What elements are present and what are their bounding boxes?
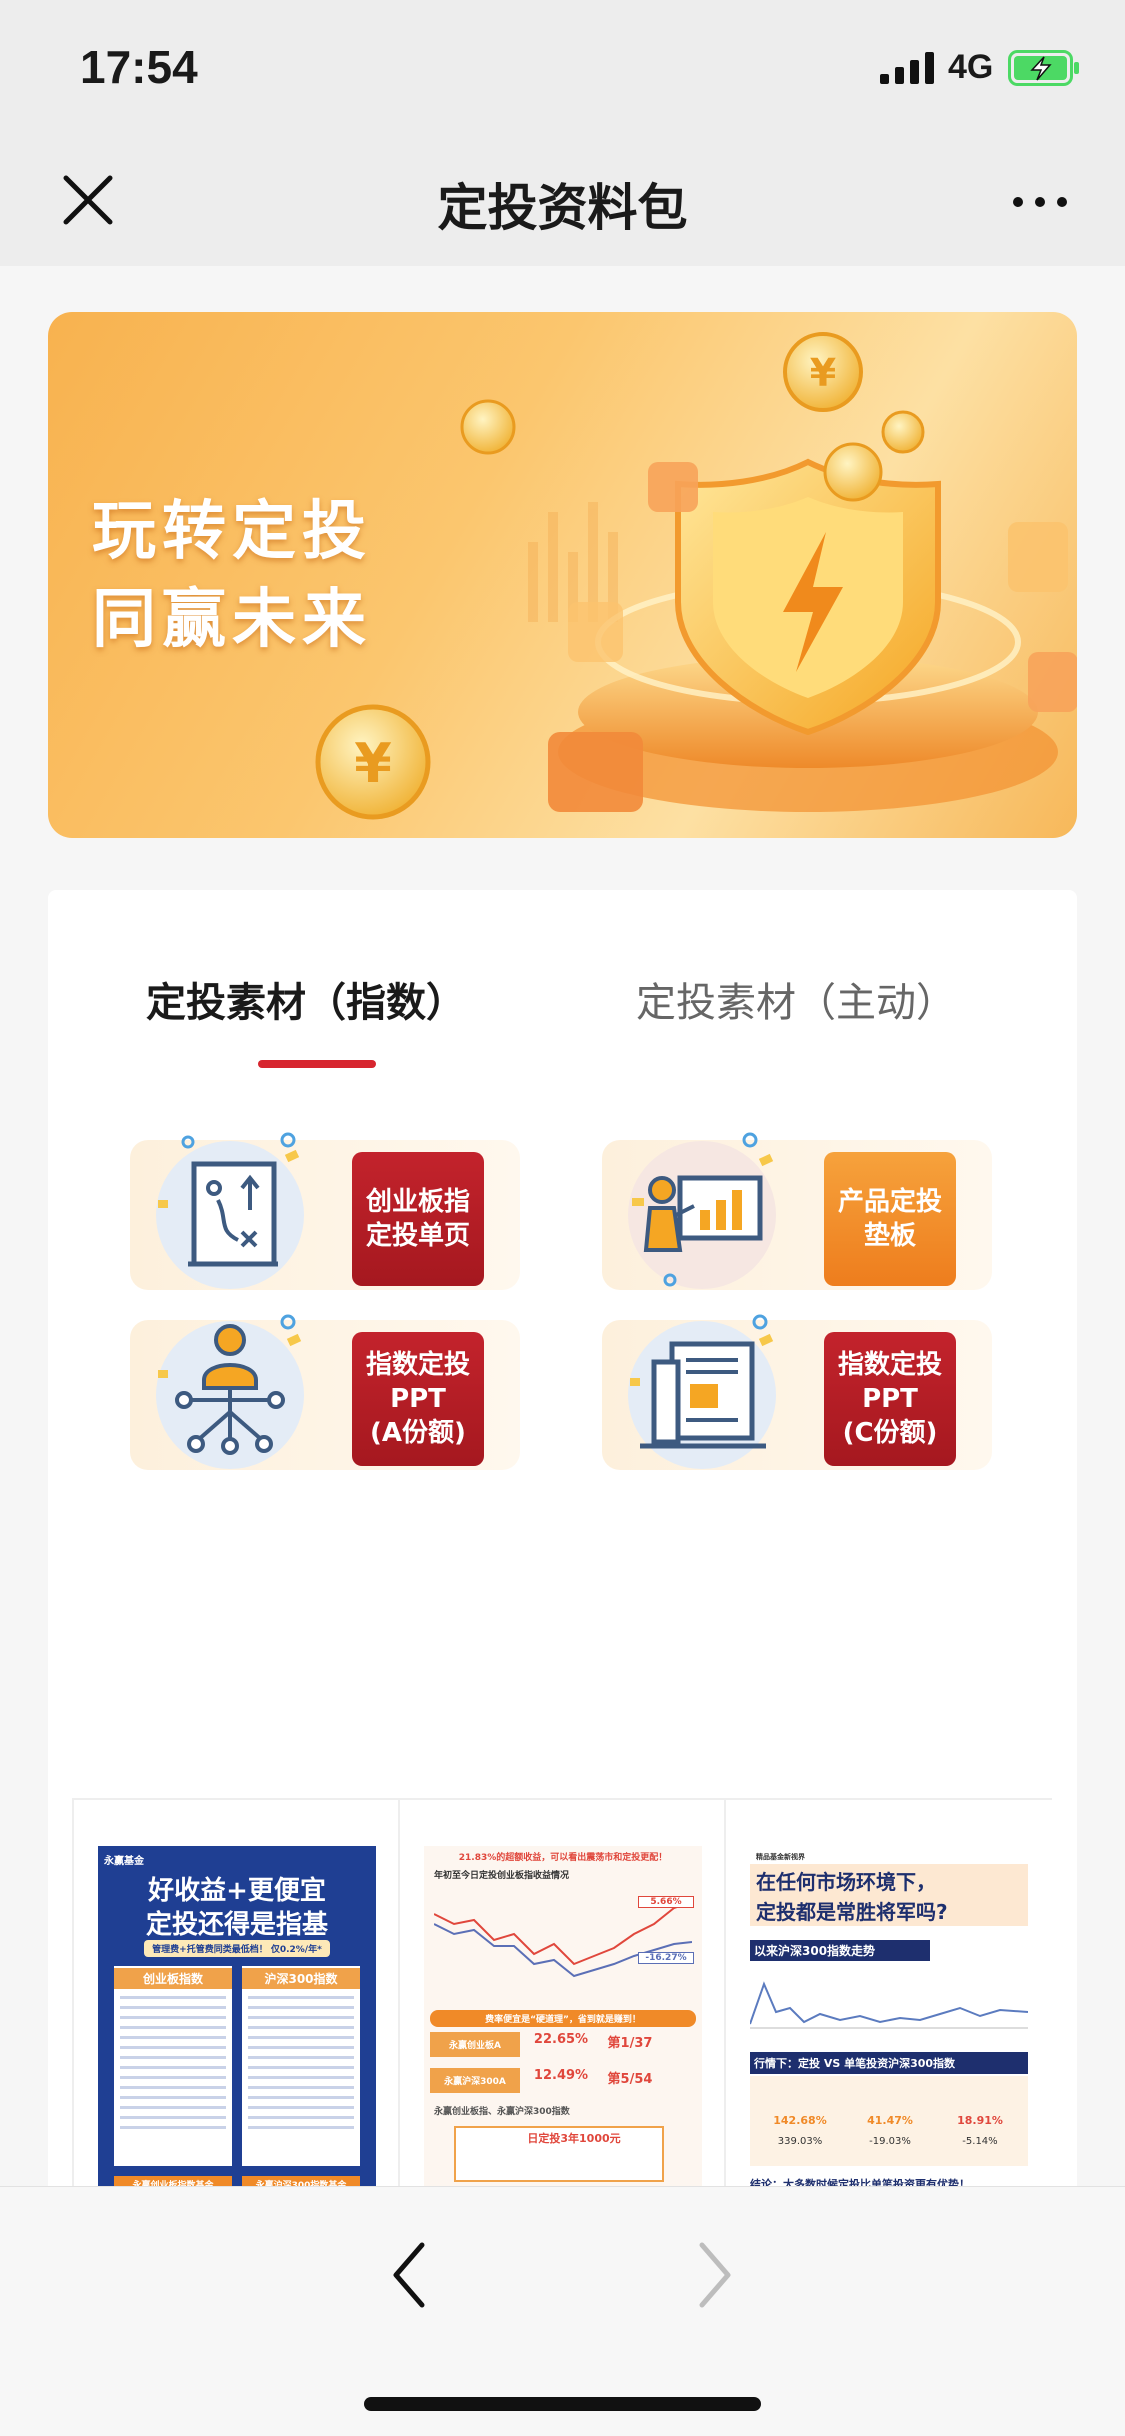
thumb-section-title: 费率便宜是“硬道理”，省到就是赚到！ [430,2010,696,2027]
thumb-chart-title: 以来沪深300指数走势 [750,1940,930,1961]
svg-text:¥: ¥ [354,732,392,795]
presenter-chart-icon [628,1132,776,1289]
home-indicator [364,2397,761,2411]
nav-bar: 定投资料包 [0,138,1125,266]
tile-index-ppt-c[interactable]: 指数定投 PPT (C份额) [602,1300,992,1475]
promo-banner[interactable]: ¥ ¥ 玩转定投 同赢未来 [48,312,1077,838]
network-type: 4G [948,48,994,86]
thumbnail-image-fee-comparison: 21.83%的超额收益，可以看出震荡市和定投更配！ 年初至今日定投创业板指收益情… [424,1846,702,2186]
bottom-toolbar [0,2186,1125,2436]
thumb-note: 永赢创业板指、永赢沪深300指数 [434,2107,570,2117]
thumb-compare-value-4: 339.03% [777,2136,823,2147]
tile-label: 产品定投 垫板 [824,1152,956,1286]
banner-line-2: 同赢未来 [92,583,372,657]
thumb-compare-value-6: -5.14% [962,2136,998,2147]
tile-label: 指数定投 PPT (A份额) [352,1332,484,1466]
thumb-fund-2: 永赢沪深300A [430,2068,520,2093]
thumb-column-1-text [120,1996,226,2136]
thumb-conclusion: 结论：大多数时候定投比单笔投资更有优势！ [750,2178,970,2186]
svg-text:¥: ¥ [810,351,836,395]
thumb-example-title: 日定投3年1000元 [527,2132,621,2145]
thumbnail-cell[interactable]: 精品基金新视界 在任何市场环境下， 定投都是常胜将军吗? 以来沪深300指数走势… [724,1798,1052,2186]
tile-index-ppt-a[interactable]: 指数定投 PPT (A份额) [130,1300,520,1475]
thumb-compare-title: 行情下：定投 VS 单笔投资沪深300指数 [750,2052,1028,2074]
tile-label: 指数定投 PPT (C份额) [824,1332,956,1466]
strategy-board-icon [156,1132,304,1289]
thumb-headline-1: 好收益+更便宜 [148,1876,326,1906]
thumb-column-2-text [248,1996,354,2136]
thumb-headline-1: 在任何市场环境下， [756,1870,936,1894]
status-time: 17:54 [80,41,198,93]
material-tiles: 创业板指 定投单页 产品定投 垫板 指数定投 PPT (A份额) 指数定投 PP… [48,1120,1077,1500]
thumb-compare-value-1: 142.68% [773,2114,827,2127]
content-area: ¥ ¥ 玩转定投 同赢未来 定投素材（指数） 定投素材（主动） 创业板指 定投单… [0,266,1125,2186]
page-title: 定投资料包 [437,179,688,237]
material-thumbnails: 永赢基金 好收益+更便宜 定投还得是指基 管理费+托管费同类最低档！ 仅0.2%… [72,1798,1052,2186]
thumb-headline-2: 定投还得是指基 [145,1910,328,1940]
thumb-fund-1: 永赢创业板A [430,2032,520,2057]
thumb-tag-2: -16.27% [638,1952,694,1964]
thumb-brand: 精品基金新视界 [756,1853,805,1861]
status-bar: 17:54 4G [0,0,1125,138]
thumbnail-cell[interactable]: 21.83%的超额收益，可以看出震荡市和定投更配！ 年初至今日定投创业板指收益情… [398,1798,724,2186]
thumb-column-1-title: 创业板指数 [114,1968,232,1989]
thumb-brand: 永赢基金 [104,1856,144,1867]
active-tab-indicator [258,1060,376,1068]
network-person-icon [156,1314,304,1469]
forward-arrow-icon[interactable] [684,2235,744,2315]
thumb-compare-value-5: -19.03% [869,2136,911,2147]
thumb-compare-value-2: 41.47% [867,2114,913,2127]
signal-icon [880,52,934,84]
banner-title: 玩转定投 同赢未来 [92,488,372,664]
more-options-icon[interactable] [1010,182,1070,222]
thumb-compare-value-3: 18.91% [957,2114,1003,2127]
banner-line-1: 玩转定投 [92,495,372,569]
thumb-footer-1: 永赢创业板指数基金 [114,2176,232,2186]
tab-active-materials[interactable]: 定投素材（主动） [636,970,956,1028]
tile-label: 创业板指 定投单页 [352,1152,484,1286]
close-icon[interactable] [56,168,120,232]
thumbnail-image-index-fund: 永赢基金 好收益+更便宜 定投还得是指基 管理费+托管费同类最低档！ 仅0.2%… [98,1846,376,2186]
battery-charging-icon [1008,50,1079,86]
materials-card: 定投素材（指数） 定投素材（主动） 创业板指 定投单页 产品定投 垫板 指数定投… [48,890,1077,2186]
thumb-index-chart [750,1981,1028,2029]
thumb-fund-1-value: 22.65% [533,2032,589,2047]
thumb-column-2-title: 沪深300指数 [242,1968,360,1989]
tab-index-materials[interactable]: 定投素材（指数） [146,970,466,1028]
thumb-top-note: 21.83%的超额收益，可以看出震荡市和定投更配！ [458,1853,668,1863]
thumb-fund-2-rank: 第5/54 [607,2072,653,2087]
thumb-chart-title: 年初至今日定投创业板指收益情况 [434,1871,570,1881]
thumb-fund-2-value: 12.49% [533,2068,589,2083]
thumb-footer-2: 永赢沪深300指数基金 [242,2176,360,2186]
thumbnail-image-market-comparison: 精品基金新视界 在任何市场环境下， 定投都是常胜将军吗? 以来沪深300指数走势… [750,1846,1028,2186]
document-screen-icon [628,1314,776,1469]
tab-bar: 定投素材（指数） 定投素材（主动） [48,970,1077,1080]
back-arrow-icon[interactable] [380,2235,440,2315]
thumb-headline-2: 定投都是常胜将军吗? [756,1900,948,1924]
tile-product-pad[interactable]: 产品定投 垫板 [602,1120,992,1295]
thumb-subtitle: 管理费+托管费同类最低档！ 仅0.2%/年* [144,1940,330,1957]
thumbnail-cell[interactable]: 永赢基金 好收益+更便宜 定投还得是指基 管理费+托管费同类最低档！ 仅0.2%… [72,1798,398,2186]
tile-chinext-single-page[interactable]: 创业板指 定投单页 [130,1120,520,1295]
thumb-tag-1: 5.66% [638,1896,694,1908]
thumb-fund-1-rank: 第1/37 [607,2036,653,2051]
